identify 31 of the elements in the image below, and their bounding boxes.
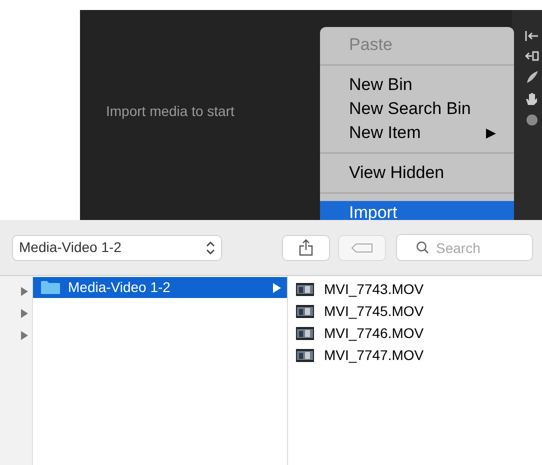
location-popup[interactable]: Media-Video 1-2 [12, 234, 222, 260]
disclosure-triangle-icon[interactable] [20, 330, 28, 340]
tag-icon [351, 242, 373, 252]
search-field[interactable]: Search [396, 234, 533, 261]
pen-icon[interactable] [525, 70, 539, 84]
empty-message: Import media to start [106, 102, 234, 121]
file-row[interactable]: MVI_7746.MOV [296, 322, 542, 344]
hand-icon[interactable] [525, 92, 539, 106]
search-icon [416, 241, 429, 254]
video-thumbnail-icon [296, 326, 314, 340]
file-row[interactable]: MVI_7745.MOV [296, 300, 542, 322]
share-button[interactable] [282, 234, 330, 260]
video-thumbnail-icon [296, 282, 314, 296]
menu-item[interactable]: New Search Bin [320, 97, 514, 121]
disclosure-triangle-icon[interactable] [20, 308, 28, 318]
ripple-edit-icon[interactable] [525, 50, 539, 62]
file-row[interactable]: MVI_7743.MOV [296, 278, 542, 300]
video-thumbnail-icon [296, 348, 314, 362]
folder-icon [41, 280, 60, 295]
share-icon [299, 239, 313, 256]
video-thumbnail-icon [296, 304, 314, 318]
circle-icon[interactable] [526, 114, 538, 126]
folder-row[interactable]: Media-Video 1-2 [33, 277, 287, 298]
up-down-chevron-icon [206, 240, 215, 254]
expand-arrow-icon [273, 282, 281, 292]
menu-item[interactable]: View Hidden [320, 161, 514, 185]
file-row[interactable]: MVI_7747.MOV [296, 344, 542, 366]
track-select-icon[interactable] [525, 30, 539, 42]
menu-item[interactable]: New Bin [320, 73, 514, 97]
disclosure-triangle-icon[interactable] [20, 286, 28, 296]
menu-item[interactable]: New Item ▶ [320, 121, 514, 145]
